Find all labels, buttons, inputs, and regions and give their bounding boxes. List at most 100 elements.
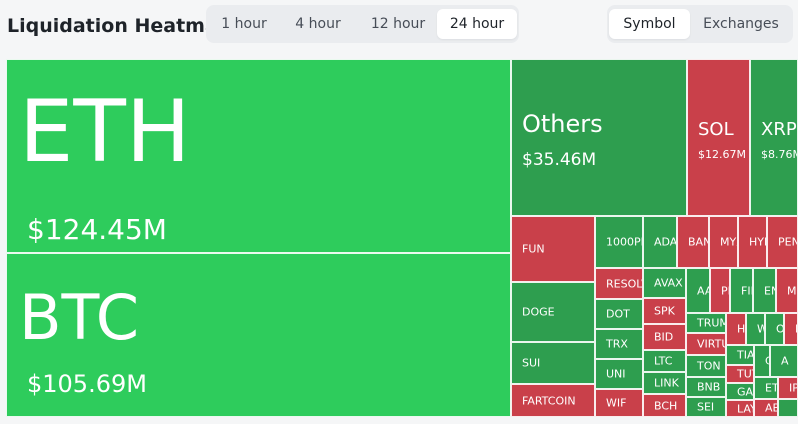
timeframe-selector: 1 hour 4 hour 12 hour 24 hour [206, 5, 519, 43]
tile-virtual[interactable]: VIRTUAL [686, 333, 726, 355]
tile-name: H [737, 322, 746, 336]
grouping-selector: Symbol Exchanges [607, 5, 793, 43]
tile-resolv[interactable]: RESOLV [595, 268, 643, 299]
tile-abt[interactable]: ABT [754, 399, 778, 417]
tile-name: FARTCOIN [522, 394, 576, 407]
liquidation-heatmap: ETH $124.45M BTC $105.69M Others $35.46M… [6, 59, 798, 417]
tile-name: PENGU [778, 235, 797, 249]
tile-value: $105.69M [27, 370, 147, 398]
tile-name: TUT [737, 367, 753, 381]
tile-prove[interactable]: PROVE [710, 268, 730, 313]
tile-link[interactable]: LINK [643, 372, 686, 394]
tile-ip[interactable]: IP [778, 377, 798, 399]
tile-fartcoin[interactable]: FARTCOIN [511, 384, 595, 417]
tile-name: TRUMP [697, 316, 725, 330]
tile-ada[interactable]: ADA [643, 216, 677, 268]
tile-name: MYX [720, 235, 737, 249]
tile-name: W [757, 323, 764, 336]
tile-n[interactable]: N [784, 313, 798, 345]
tile-others[interactable]: Others $35.46M [511, 59, 687, 216]
tile-name: A [781, 354, 789, 368]
tile-name: AVAX [654, 276, 683, 290]
tile-trx[interactable]: TRX [595, 329, 643, 359]
tile-name: UNI [606, 367, 626, 381]
tile-gala[interactable]: GALA [726, 383, 754, 400]
tile-name: ADA [654, 235, 677, 249]
tile-name: XRP [761, 119, 797, 140]
tile-name: 1000PEPE [606, 235, 642, 249]
tile-wif[interactable]: WIF [595, 389, 643, 417]
tile-name: ENA [764, 284, 775, 297]
tile-name: TRX [606, 337, 628, 351]
tile-ton[interactable]: TON [686, 355, 726, 377]
tile-c[interactable]: C [754, 345, 770, 377]
tile-name: SPK [654, 304, 675, 318]
tile-name: BTC [19, 281, 140, 354]
tile-layer[interactable]: LAYER [726, 400, 754, 417]
tile-name: ETH [19, 82, 191, 182]
tile-etc[interactable]: ETC [754, 377, 778, 399]
tile-bch[interactable]: BCH [643, 394, 686, 417]
tile-name: BNB [697, 380, 721, 394]
tile-w[interactable]: W [746, 313, 765, 345]
tab-24-hour[interactable]: 24 hour [437, 9, 517, 39]
tile-tut[interactable]: TUT [726, 365, 754, 383]
tile-value: $8.76M [761, 148, 798, 161]
tile-doge[interactable]: DOGE [511, 282, 595, 342]
tile-name: TON [697, 359, 721, 373]
tile-sei[interactable]: SEI [686, 397, 726, 417]
tile-btc[interactable]: BTC $105.69M [6, 253, 511, 417]
tile-extra[interactable] [778, 399, 798, 417]
tab-12-hour[interactable]: 12 hour [358, 9, 438, 39]
tile-name: DOGE [522, 305, 555, 319]
tile-h[interactable]: H [726, 313, 746, 345]
tile-sui[interactable]: SUI [511, 342, 595, 384]
tile-name: FUN [522, 242, 545, 256]
tile-bid[interactable]: BID [643, 324, 686, 350]
tile-banana[interactable]: BANANA [677, 216, 709, 268]
tile-1000pepe[interactable]: 1000PEPE [595, 216, 643, 268]
tile-myx[interactable]: MYX [709, 216, 738, 268]
tile-name: LAYER [737, 402, 753, 415]
tile-tia[interactable]: TIA [726, 345, 754, 365]
tile-dot[interactable]: DOT [595, 299, 643, 329]
tile-ltc[interactable]: LTC [643, 350, 686, 372]
tile-fun[interactable]: FUN [511, 216, 595, 282]
tile-move[interactable]: MOVE [776, 268, 798, 313]
tile-a[interactable]: A [770, 345, 798, 377]
tile-name: BID [654, 330, 674, 344]
tile-name: AAVE [697, 284, 709, 297]
tile-bnb[interactable]: BNB [686, 377, 726, 397]
tile-name: SOL [698, 119, 734, 140]
tab-symbol[interactable]: Symbol [609, 9, 690, 39]
tile-name: ABT [765, 401, 777, 415]
tile-name: MOVE [787, 284, 797, 297]
tile-avax[interactable]: AVAX [643, 268, 686, 298]
tile-hype[interactable]: HYPE [738, 216, 767, 268]
tile-uni[interactable]: UNI [595, 359, 643, 389]
tile-name: LTC [654, 354, 673, 368]
tile-value: $124.45M [27, 213, 167, 246]
tile-trump[interactable]: TRUMP [686, 313, 726, 333]
tile-aave[interactable]: AAVE [686, 268, 710, 313]
tile-name: ETC [765, 381, 778, 395]
tile-ena[interactable]: ENA [753, 268, 776, 313]
tile-op[interactable]: OP [765, 313, 784, 345]
tile-value: $12.67M [698, 148, 746, 161]
tile-pengu[interactable]: PENGU [767, 216, 798, 268]
tile-name: GALA [737, 385, 754, 398]
tile-fil[interactable]: FIL [730, 268, 753, 313]
tab-4-hour[interactable]: 4 hour [282, 9, 354, 39]
page-title: Liquidation Heatmap [7, 15, 232, 37]
tile-name: HYPE [749, 235, 766, 249]
tile-xrp[interactable]: XRP $8.76M [750, 59, 798, 216]
tile-name: Others [522, 110, 603, 138]
tile-eth[interactable]: ETH $124.45M [6, 59, 511, 253]
tile-name: IP [789, 381, 798, 395]
tab-1-hour[interactable]: 1 hour [212, 9, 276, 39]
tile-name: TIA [737, 348, 754, 362]
tile-spk[interactable]: SPK [643, 298, 686, 324]
tile-name: RESOLV [606, 277, 642, 290]
tile-sol[interactable]: SOL $12.67M [687, 59, 750, 216]
tab-exchanges[interactable]: Exchanges [694, 9, 788, 39]
